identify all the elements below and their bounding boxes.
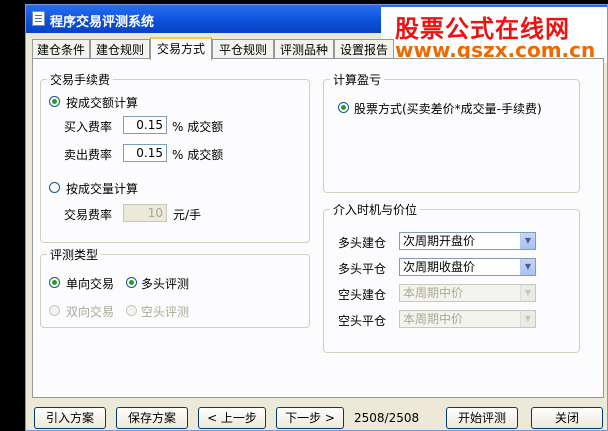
short-close-value: 本周期中价: [403, 312, 464, 326]
tab-build-condition[interactable]: 建仓条件: [32, 39, 90, 59]
by-volume-label: 按成交量计算: [66, 182, 139, 196]
long-close-label: 多头平仓: [338, 262, 387, 276]
short-head-radio: [126, 305, 137, 316]
one-way-label: 单向交易: [66, 277, 115, 291]
two-way-label: 双向交易: [66, 305, 115, 319]
pnl-group: 计算盈亏: [323, 71, 580, 193]
sell-rate-label: 卖出费率: [64, 148, 113, 162]
watermark-logo: 股票公式在线网 www.gszx.com.cn: [381, 7, 607, 63]
main-window: 程序交易评测系统 股票公式在线网 www.gszx.com.cn 建仓条件 建仓…: [25, 4, 608, 431]
one-way-radio[interactable]: [49, 277, 60, 288]
stock-method-radio[interactable]: [338, 102, 349, 113]
multi-head-radio[interactable]: [126, 277, 137, 288]
eval-type-legend: 评测类型: [50, 248, 99, 262]
trade-mode-panel: 交易手续费 按成交额计算 买入费率 0.15 % 成交额 卖出费率 0.15 %…: [32, 58, 604, 398]
sell-rate-input[interactable]: 0.15: [123, 144, 167, 162]
stock-method-label: 股票方式(买卖差价*成交量-手续费): [354, 102, 542, 116]
prev-step-button[interactable]: < 上一步: [198, 407, 266, 429]
start-eval-button[interactable]: 开始评测: [446, 407, 518, 429]
tab-build-rule[interactable]: 建仓规则: [90, 39, 150, 59]
next-step-button[interactable]: 下一步 >: [276, 407, 344, 429]
trade-rate-unit: 元/手: [173, 208, 202, 222]
short-head-label: 空头评测: [141, 305, 190, 319]
short-open-value: 本周期中价: [403, 286, 464, 300]
tab-eval-variety[interactable]: 评测品种: [274, 39, 334, 59]
buy-rate-label: 买入费率: [64, 120, 113, 134]
timing-group: 介入时机与价位: [323, 201, 580, 353]
short-open-label: 空头建仓: [338, 288, 387, 302]
sell-rate-unit: % 成交额: [172, 148, 224, 162]
short-close-select: 本周期中价 ▼: [399, 310, 536, 328]
chevron-down-icon: ▼: [520, 285, 535, 301]
buy-rate-unit: % 成交额: [172, 120, 224, 134]
progress-counter: 2508/2508: [354, 411, 420, 425]
long-open-label: 多头建仓: [338, 236, 387, 250]
timing-legend: 介入时机与价位: [333, 203, 418, 217]
trade-rate-label: 交易费率: [64, 208, 113, 222]
by-volume-radio[interactable]: [49, 182, 60, 193]
trade-rate-input: 10: [123, 204, 167, 222]
short-close-label: 空头平仓: [338, 314, 387, 328]
document-icon: [32, 11, 45, 26]
tab-trade-mode[interactable]: 交易方式: [150, 37, 212, 60]
short-open-select: 本周期中价 ▼: [399, 284, 536, 302]
save-plan-button[interactable]: 保存方案: [116, 407, 188, 429]
tab-close-rule[interactable]: 平仓规则: [212, 39, 274, 59]
two-way-radio: [49, 305, 60, 316]
chevron-down-icon[interactable]: ▼: [520, 233, 535, 249]
close-button[interactable]: 关闭: [531, 407, 603, 429]
fee-legend: 交易手续费: [50, 73, 111, 87]
window-title: 程序交易评测系统: [50, 15, 155, 30]
buy-rate-input[interactable]: 0.15: [123, 116, 167, 134]
long-open-select[interactable]: 次周期开盘价 ▼: [399, 232, 536, 250]
long-close-select[interactable]: 次周期收盘价 ▼: [399, 258, 536, 276]
multi-head-label: 多头评测: [141, 277, 190, 291]
by-amount-radio[interactable]: [49, 96, 60, 107]
long-open-value: 次周期开盘价: [403, 234, 476, 248]
chevron-down-icon[interactable]: ▼: [520, 259, 535, 275]
import-plan-button[interactable]: 引入方案: [34, 407, 106, 429]
long-close-value: 次周期收盘价: [403, 260, 476, 274]
chevron-down-icon: ▼: [520, 311, 535, 327]
tab-report-settings[interactable]: 设置报告: [334, 39, 394, 59]
pnl-legend: 计算盈亏: [333, 73, 382, 87]
by-amount-label: 按成交额计算: [66, 96, 139, 110]
